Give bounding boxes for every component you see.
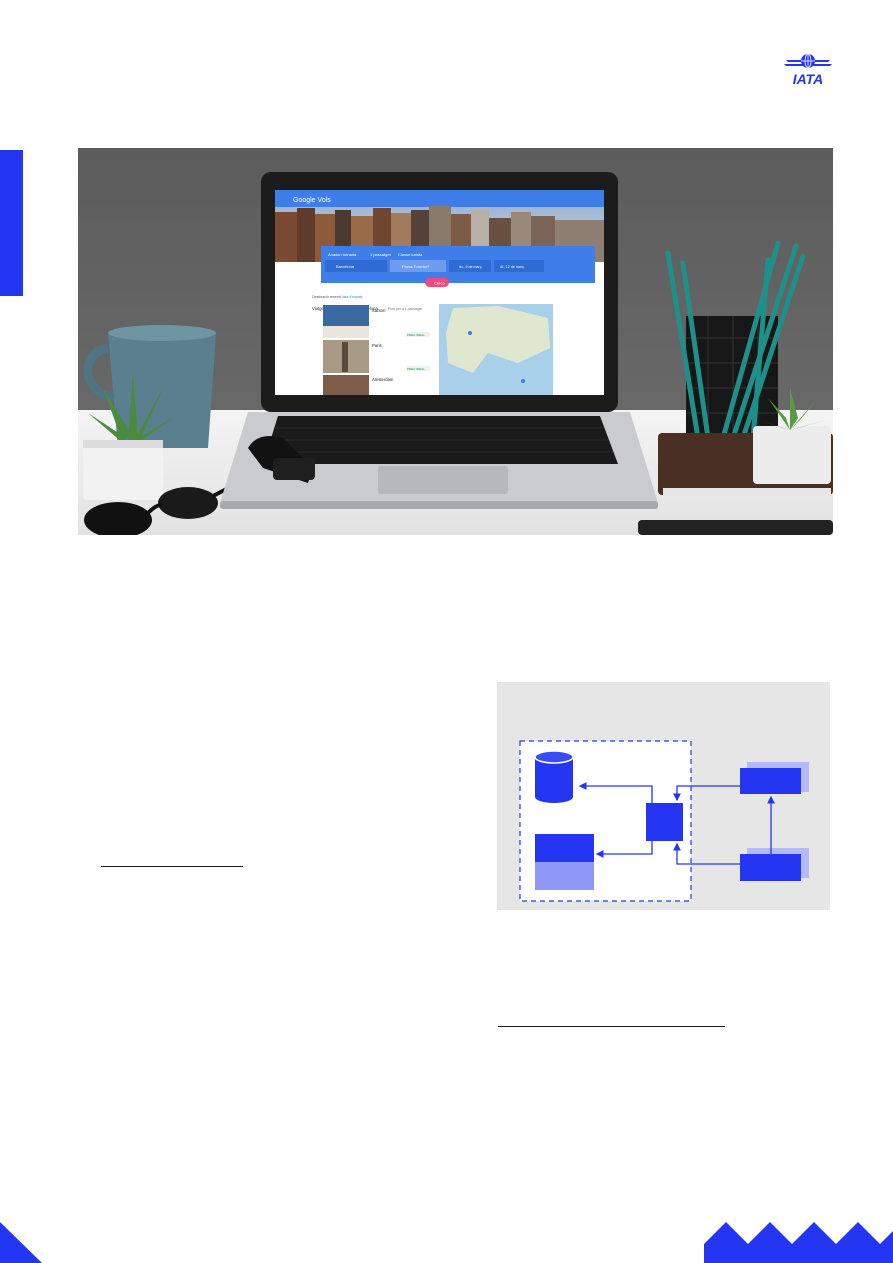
screen-search-button: Cerca xyxy=(434,281,445,286)
database-icon xyxy=(534,750,574,803)
screen-dest-1: Santorí xyxy=(372,308,386,313)
screen-explore-link: Llista d'espais xyxy=(340,295,363,299)
iata-logo: IATA xyxy=(784,53,832,87)
architecture-diagram xyxy=(497,682,830,910)
screen-cabin: Classe turista xyxy=(398,252,423,257)
screen-trip-type: Anada i tornada xyxy=(328,252,357,257)
side-accent-tab xyxy=(0,150,23,296)
output-block xyxy=(535,834,594,862)
screen-app-title: Google Vols xyxy=(293,197,331,204)
hero-photo: Google Vols Anada i tornada 1 passatger … xyxy=(78,148,833,535)
screen-suggested-meta: Preu per a 1 passatger xyxy=(388,307,423,311)
source-box-top xyxy=(740,768,801,794)
screen-dest-3: Amsterdam xyxy=(372,377,394,382)
screen-origin: Barcelona xyxy=(336,264,355,269)
screen-passengers: 1 passatger xyxy=(370,252,392,257)
zigzag-accent xyxy=(704,1222,893,1263)
screen-return: dl., 12 de març. xyxy=(500,265,525,269)
central-node xyxy=(646,803,683,841)
screen-destination: Prova Toronto? xyxy=(402,264,430,269)
corner-accent xyxy=(0,1222,42,1263)
source-box-bottom xyxy=(740,854,801,881)
screen-dest-2: París xyxy=(372,343,382,348)
screen-price-tag-2: PREU IDEAL xyxy=(407,367,425,371)
underline-rule-right xyxy=(498,1026,725,1027)
underline-rule-left xyxy=(101,866,243,867)
screen-price-tag-1: PREU IDEAL xyxy=(407,333,425,337)
screen-explore-label: Destinació recent: xyxy=(312,295,341,299)
screen-depart: dv., 9 de març. xyxy=(459,265,483,269)
logo-text: IATA xyxy=(793,71,824,87)
